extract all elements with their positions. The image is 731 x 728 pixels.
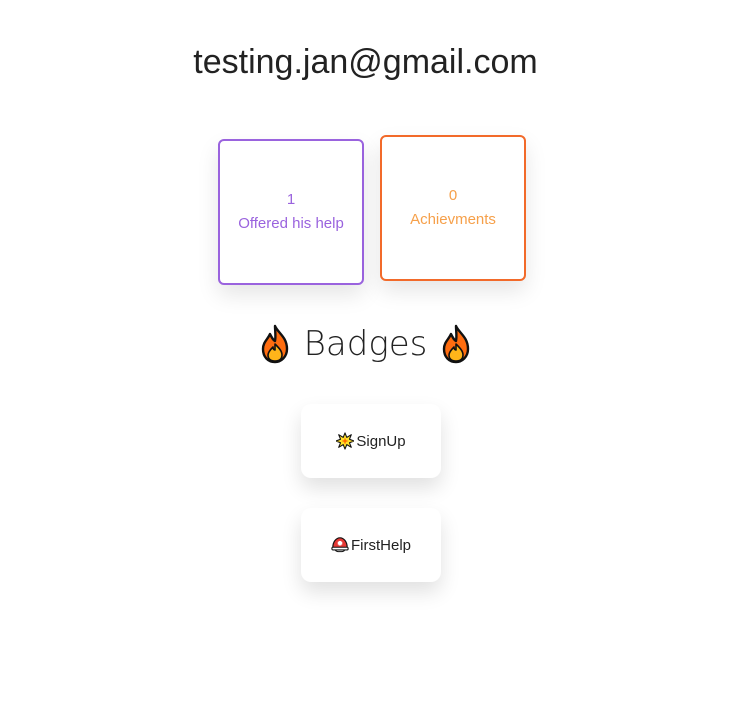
achievements-count: 0 <box>448 187 458 204</box>
badges-title-text: Badges <box>303 324 428 364</box>
badge-label: SignUp <box>356 432 406 450</box>
badge-label: FirstHelp <box>350 536 411 554</box>
achievements-label: Achievments <box>410 211 496 228</box>
achievements-stat-card: 0 Achievments <box>380 135 526 281</box>
help-stat-card: 1 Offered his help <box>218 139 364 285</box>
collision-icon <box>336 432 355 450</box>
profile-email: testing.jan@gmail.com <box>193 43 538 81</box>
badges-heading: Badges <box>0 324 731 364</box>
help-count: 1 <box>286 191 296 208</box>
fire-icon <box>443 324 470 364</box>
badge-firsthelp: FirstHelp <box>301 508 441 582</box>
badge-signup: SignUp <box>301 404 441 478</box>
fire-icon <box>261 324 288 364</box>
help-label: Offered his help <box>238 215 344 232</box>
rescue-helmet-icon <box>331 537 349 553</box>
